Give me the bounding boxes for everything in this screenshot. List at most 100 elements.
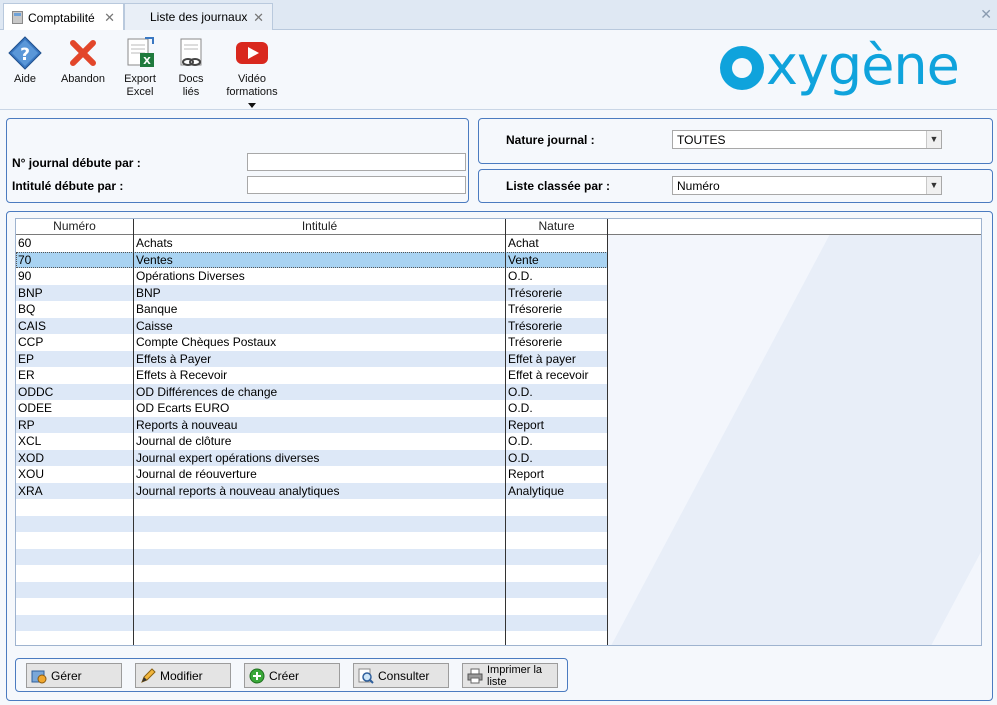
cell-intitule: Compte Chèques Postaux xyxy=(136,335,277,349)
table-row[interactable]: XCL Journal de clôture O.D. xyxy=(16,433,608,450)
logo-text: xygène xyxy=(766,34,960,97)
column-header-nature[interactable]: Nature xyxy=(506,219,608,235)
close-tab-icon[interactable]: ✕ xyxy=(253,10,264,26)
cell-intitule: Journal de clôture xyxy=(136,434,232,448)
excel-icon: X xyxy=(123,36,157,70)
linked-docs-icon xyxy=(174,36,208,70)
table-row xyxy=(16,598,608,615)
gerer-button[interactable]: Gérer xyxy=(26,663,122,688)
intitule-input[interactable] xyxy=(247,176,466,194)
cell-nature: O.D. xyxy=(508,434,533,448)
svg-text:?: ? xyxy=(20,45,30,65)
dropdown-arrow-icon[interactable] xyxy=(248,103,256,108)
num-label: N° journal débute par : xyxy=(12,156,141,170)
video-label: Vidéo xyxy=(238,73,266,85)
cell-nature: O.D. xyxy=(508,384,533,399)
table-row xyxy=(16,614,608,631)
docs-lies-button[interactable]: Docs liés xyxy=(172,36,210,99)
table-row[interactable]: ER Effets à Recevoir Effet à recevoir xyxy=(16,367,608,384)
tab-liste-des-journaux[interactable]: Liste des journaux ✕ xyxy=(124,3,273,30)
sort-label: Liste classée par : xyxy=(506,179,611,193)
table-row[interactable]: 60 Achats Achat xyxy=(16,235,608,252)
sort-select[interactable]: Numéro ▼ xyxy=(672,176,942,195)
column-divider xyxy=(607,219,608,645)
table-row[interactable]: CAIS Caisse Trésorerie xyxy=(16,317,608,334)
table-row[interactable]: 90 Opérations Diverses O.D. xyxy=(16,268,608,285)
table-row[interactable]: CCP Compte Chèques Postaux Trésorerie xyxy=(16,334,608,351)
table-row xyxy=(16,631,608,645)
table-row[interactable]: XRA Journal reports à nouveau analytiques… xyxy=(16,482,608,499)
cell-num: ODEE xyxy=(18,401,53,415)
close-tab-icon[interactable]: ✕ xyxy=(104,10,115,26)
cell-nature: Trésorerie xyxy=(508,335,563,349)
cell-intitule: Journal expert opérations diverses xyxy=(136,450,320,465)
imprimer-liste-button[interactable]: Imprimer la liste xyxy=(462,663,558,688)
nature-select[interactable]: TOUTES ▼ xyxy=(672,130,942,149)
tab-comptabilite[interactable]: Comptabilité ✕ xyxy=(3,3,124,31)
cell-num: BNP xyxy=(18,285,43,300)
cell-num: BQ xyxy=(18,302,36,316)
consulter-button[interactable]: Consulter xyxy=(353,663,449,688)
table-row[interactable]: ODEE OD Ecarts EURO O.D. xyxy=(16,400,608,417)
column-header-intitule[interactable]: Intitulé xyxy=(134,219,506,235)
cell-intitule: Reports à nouveau xyxy=(136,417,238,432)
help-button[interactable]: ? Aide xyxy=(6,36,44,86)
cell-nature: O.D. xyxy=(508,269,533,283)
intitule-label: Intitulé débute par : xyxy=(12,179,124,193)
table-row[interactable]: XOU Journal de réouverture Report xyxy=(16,466,608,483)
cell-nature: Trésorerie xyxy=(508,285,563,300)
cell-intitule: Effets à Recevoir xyxy=(136,368,228,382)
journals-table[interactable]: Numéro Intitulé Nature 60 Achats Achat 70 Ve… xyxy=(15,218,982,646)
tab-label: Liste des journaux xyxy=(150,10,248,24)
table-body: 60 Achats Achat 70 Ventes Vente 90 Opérations D… xyxy=(16,235,608,645)
abandon-button[interactable]: Abandon xyxy=(58,36,108,86)
video-formations-button[interactable]: Vidéo formations xyxy=(226,36,278,108)
cell-num: ODDC xyxy=(18,384,54,399)
table-row[interactable]: EP Effets à Payer Effet à payer xyxy=(16,350,608,367)
cell-nature: Achat xyxy=(508,236,539,250)
oxygene-logo: xygène xyxy=(720,36,985,96)
export-excel-button[interactable]: X Export Excel xyxy=(120,36,160,99)
column-divider xyxy=(505,219,506,645)
table-row[interactable]: RP Reports à nouveau Report xyxy=(16,416,608,433)
table-row xyxy=(16,515,608,532)
column-header-numero[interactable]: Numéro xyxy=(16,219,134,235)
chevron-down-icon[interactable]: ▼ xyxy=(926,131,941,148)
cell-num: EP xyxy=(18,351,35,366)
table-row[interactable]: BQ Banque Trésorerie xyxy=(16,301,608,318)
calculator-icon xyxy=(12,11,23,24)
cell-num: XRA xyxy=(18,483,43,498)
cell-nature: O.D. xyxy=(508,450,533,465)
grid-background-decoration xyxy=(582,219,981,645)
consulter-label: Consulter xyxy=(378,668,430,683)
docs-label: Docs xyxy=(178,73,204,85)
creer-button[interactable]: Créer xyxy=(244,663,340,688)
creer-label: Créer xyxy=(269,668,300,683)
cell-intitule: Ventes xyxy=(136,252,173,267)
table-row[interactable]: BNP BNP Trésorerie xyxy=(16,284,608,301)
nature-label: Nature journal : xyxy=(506,133,595,147)
cell-nature: Trésorerie xyxy=(508,318,563,333)
table-row xyxy=(16,565,608,582)
manage-gear-icon xyxy=(31,668,47,684)
cell-num: ER xyxy=(18,368,35,382)
table-row xyxy=(16,532,608,549)
cell-nature: O.D. xyxy=(508,401,533,415)
cell-nature: Analytique xyxy=(508,483,565,498)
table-row[interactable]: XOD Journal expert opérations diverses O.D… xyxy=(16,449,608,466)
export-label-2: Excel xyxy=(126,86,154,98)
cell-intitule: Caisse xyxy=(136,318,173,333)
table-row[interactable]: 70 Ventes Vente xyxy=(16,251,608,268)
chevron-down-icon[interactable]: ▼ xyxy=(926,177,941,194)
cell-intitule: OD Ecarts EURO xyxy=(136,401,230,415)
pencil-icon xyxy=(140,667,156,684)
column-header-empty xyxy=(608,219,981,235)
cell-num: XCL xyxy=(18,434,42,448)
table-row[interactable]: ODDC OD Différences de change O.D. xyxy=(16,383,608,400)
modifier-button[interactable]: Modifier xyxy=(135,663,231,688)
close-window-icon[interactable]: ✕ xyxy=(980,6,992,23)
sort-select-value: Numéro xyxy=(677,179,720,193)
imprimer-label: Imprimer la liste xyxy=(487,663,543,688)
num-input[interactable] xyxy=(247,153,466,171)
tab-bar: Comptabilité ✕ Liste des journaux ✕ ✕ xyxy=(0,0,997,31)
